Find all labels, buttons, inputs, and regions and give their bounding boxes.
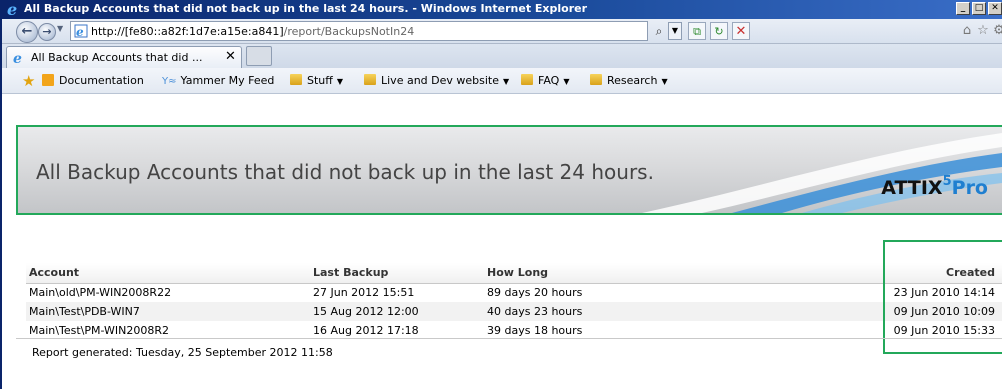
search-icon[interactable]: ⌕ <box>650 22 668 40</box>
fav-folder-live-dev[interactable]: Live and Dev website ▼ <box>364 74 509 87</box>
svg-text:e: e <box>7 1 17 17</box>
folder-icon <box>521 74 533 85</box>
title-bar: e All Backup Accounts that did not back … <box>2 0 1002 19</box>
stop-icon[interactable]: ✕ <box>732 22 750 40</box>
chevron-down-icon: ▼ <box>563 77 570 86</box>
report-table-wrapper: Account Last Backup How Long Created Mai… <box>26 263 1002 340</box>
close-tab-icon[interactable]: ✕ <box>225 49 236 64</box>
attix-logo: ATTIX5Pro <box>881 174 988 199</box>
report-table: Account Last Backup How Long Created Mai… <box>26 263 1002 340</box>
column-header-account[interactable]: Account <box>26 263 310 284</box>
address-toolbar: ← → ▼ e http://[fe80::a82f:1d7e:a15e:a84… <box>2 19 1002 44</box>
new-tab-button[interactable] <box>246 46 272 66</box>
favorites-bar: ★ Documentation Y≈ Yammer My Feed Stuff ▼ … <box>2 68 1002 94</box>
page-icon: e <box>13 51 22 64</box>
favorites-icon[interactable]: ★ <box>22 72 35 90</box>
tab-label: All Backup Accounts that did ... <box>31 51 203 64</box>
report-banner: All Backup Accounts that did not back up… <box>16 125 1002 215</box>
ie-logo-icon: e <box>7 1 17 17</box>
column-header-created[interactable]: Created <box>784 263 1002 284</box>
cell-last-backup: 27 Jun 2012 15:51 <box>313 286 415 300</box>
chevron-down-icon: ▼ <box>503 77 510 86</box>
fav-yammer[interactable]: Y≈ Yammer My Feed <box>162 74 274 87</box>
tab-report[interactable]: e All Backup Accounts that did ... ✕ <box>6 46 242 68</box>
cell-created: 23 Jun 2010 14:14 <box>893 286 995 300</box>
fav-folder-research[interactable]: Research ▼ <box>590 74 668 87</box>
cell-how-long: 89 days 20 hours <box>487 286 583 300</box>
folder-icon <box>290 74 302 85</box>
folder-icon <box>364 74 376 85</box>
tab-bar: e All Backup Accounts that did ... ✕ <box>2 44 1002 68</box>
browser-window: e All Backup Accounts that did not back … <box>0 0 1002 389</box>
web-slice-icon <box>42 74 54 86</box>
address-field[interactable]: e http://[fe80::a82f:1d7e:a15e:a841]/rep… <box>70 21 648 41</box>
search-dropdown-icon[interactable]: ▼ <box>668 22 682 40</box>
page-icon: e <box>74 24 88 38</box>
forward-button[interactable]: → <box>38 23 56 41</box>
chevron-down-icon: ▼ <box>336 77 344 86</box>
forward-arrow-icon: → <box>42 25 52 38</box>
maximize-button[interactable]: □ <box>972 2 986 15</box>
minimize-button[interactable]: _ <box>956 2 970 15</box>
svg-text:e: e <box>13 51 22 64</box>
table-header-row: Account Last Backup How Long Created <box>26 263 1002 284</box>
fav-documentation[interactable]: Documentation <box>42 74 144 87</box>
banner-swoosh-graphic <box>642 133 1002 213</box>
back-arrow-icon: ← <box>21 24 33 39</box>
cell-account: Main\Test\PDB-WIN7 <box>26 302 310 321</box>
report-footer: Report generated: Tuesday, 25 September … <box>32 346 333 359</box>
fav-folder-stuff[interactable]: Stuff ▼ <box>290 74 343 87</box>
svg-text:e: e <box>76 25 84 38</box>
cell-created: 09 Jun 2010 10:09 <box>784 302 1002 321</box>
url-path: /report/BackupsNotIn24 <box>283 25 415 38</box>
column-header-last-backup[interactable]: Last Backup <box>310 263 484 284</box>
chevron-down-icon: ▼ <box>661 77 668 86</box>
window-title: All Backup Accounts that did not back up… <box>24 2 588 15</box>
gear-icon[interactable]: ⚙ <box>990 22 1002 40</box>
yammer-icon: Y≈ <box>162 76 177 87</box>
back-button[interactable]: ← <box>16 21 38 43</box>
fav-folder-faq[interactable]: FAQ ▼ <box>521 74 569 87</box>
cell-last-backup: 15 Aug 2012 12:00 <box>310 302 484 321</box>
history-dropdown-icon[interactable]: ▼ <box>57 24 63 33</box>
refresh-icon[interactable]: ↻ <box>710 22 728 40</box>
table-row: Main\Test\PDB-WIN7 15 Aug 2012 12:00 40 … <box>26 302 1002 321</box>
cell-account: Main\old\PM-WIN2008R22 <box>29 286 172 300</box>
compatibility-view-icon[interactable]: ⧉ <box>688 22 706 40</box>
folder-icon <box>590 74 602 85</box>
cell-how-long: 40 days 23 hours <box>484 302 784 321</box>
close-window-button[interactable]: ✕ <box>988 2 1002 15</box>
table-row: Main\old\PM-WIN2008R22 27 Jun 2012 15:51… <box>26 283 1002 302</box>
report-title: All Backup Accounts that did not back up… <box>36 160 654 184</box>
column-header-how-long[interactable]: How Long <box>484 263 784 284</box>
url-host: http://[fe80::a82f:1d7e:a15e:a841] <box>91 25 284 38</box>
footer-divider <box>16 338 1002 339</box>
